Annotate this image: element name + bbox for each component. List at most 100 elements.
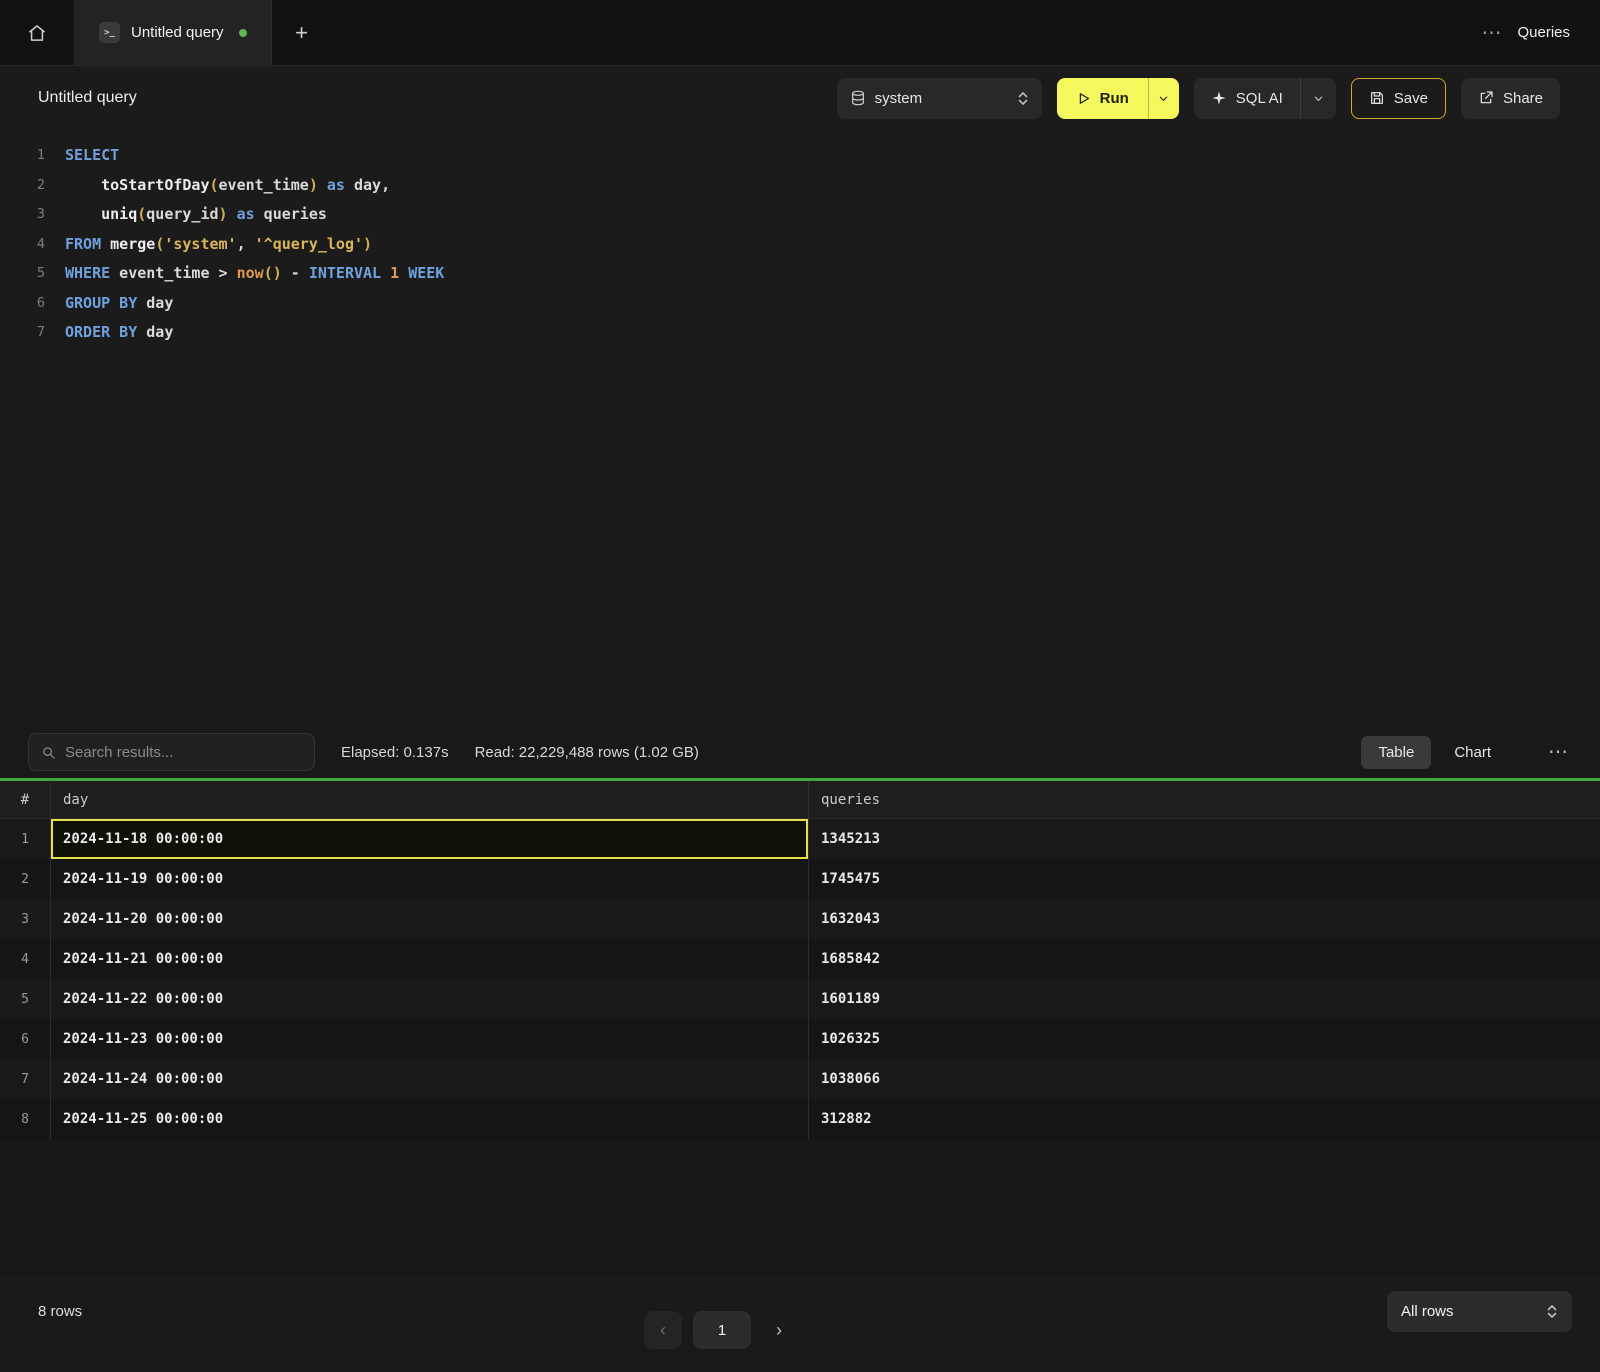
column-header-index: # <box>0 781 50 818</box>
queries-link[interactable]: Queries <box>1517 24 1570 41</box>
current-page-button[interactable]: 1 <box>693 1311 751 1349</box>
row-index: 5 <box>0 979 50 1019</box>
cell-queries[interactable]: 312882 <box>808 1099 1600 1139</box>
cell-queries[interactable]: 1601189 <box>808 979 1600 1019</box>
row-index: 8 <box>0 1099 50 1139</box>
cell-queries[interactable]: 1038066 <box>808 1059 1600 1099</box>
table-row: 82024-11-25 00:00:00312882 <box>0 1099 1600 1139</box>
code-text: toStartOfDay(event_time) as day, <box>65 171 390 201</box>
table-row: 52024-11-22 00:00:001601189 <box>0 979 1600 1019</box>
row-index: 7 <box>0 1059 50 1099</box>
previous-page-button[interactable]: ‹ <box>644 1311 682 1349</box>
sparkle-icon <box>1211 90 1227 106</box>
cell-day[interactable]: 2024-11-22 00:00:00 <box>50 979 808 1019</box>
code-text: SELECT <box>65 141 119 171</box>
database-selector[interactable]: system <box>837 78 1042 119</box>
share-button[interactable]: Share <box>1461 78 1560 119</box>
cell-day[interactable]: 2024-11-25 00:00:00 <box>50 1099 808 1139</box>
code-line: 2 toStartOfDay(event_time) as day, <box>0 171 1600 201</box>
sql-ai-button[interactable]: SQL AI <box>1194 78 1300 119</box>
next-page-button[interactable]: › <box>762 1311 796 1349</box>
table-row: 32024-11-20 00:00:001632043 <box>0 899 1600 939</box>
search-results-input[interactable] <box>65 744 302 761</box>
line-number: 6 <box>0 289 45 319</box>
line-number: 5 <box>0 259 45 289</box>
cell-queries[interactable]: 1685842 <box>808 939 1600 979</box>
column-header-day[interactable]: day <box>50 781 808 818</box>
code-line: 5WHERE event_time > now() - INTERVAL 1 W… <box>0 259 1600 289</box>
cell-day[interactable]: 2024-11-19 00:00:00 <box>50 859 808 899</box>
more-menu-icon[interactable]: ⋯ <box>1481 23 1501 43</box>
column-header-queries[interactable]: queries <box>808 781 1600 818</box>
cell-queries[interactable]: 1026325 <box>808 1019 1600 1059</box>
row-index: 4 <box>0 939 50 979</box>
line-number: 2 <box>0 171 45 201</box>
query-title: Untitled query <box>38 89 137 107</box>
page-size-selector[interactable]: All rows <box>1387 1291 1572 1332</box>
cell-queries[interactable]: 1345213 <box>808 819 1600 859</box>
elapsed-stat: Elapsed: 0.137s <box>341 744 449 761</box>
query-toolbar: Untitled query system Run <box>0 66 1600 130</box>
row-index: 3 <box>0 899 50 939</box>
row-index: 6 <box>0 1019 50 1059</box>
row-count-label: 8 rows <box>38 1303 82 1320</box>
sql-console-app: >_ Untitled query + ⋯ Queries Untitled q… <box>0 0 1600 1372</box>
code-line: 6 GROUP BY day <box>0 289 1600 319</box>
run-button-group: Run <box>1057 78 1179 119</box>
line-number: 1 <box>0 141 45 171</box>
share-icon <box>1478 90 1494 106</box>
terminal-icon: >_ <box>99 22 120 43</box>
database-icon <box>850 90 866 106</box>
code-text: GROUP BY day <box>65 289 173 319</box>
tab-untitled-query[interactable]: >_ Untitled query <box>75 0 272 65</box>
tab-bar-right: ⋯ Queries <box>1481 0 1600 65</box>
run-button[interactable]: Run <box>1057 78 1148 119</box>
save-button[interactable]: Save <box>1351 78 1446 119</box>
sql-ai-button-group: SQL AI <box>1194 78 1336 119</box>
line-number: 7 <box>0 318 45 348</box>
results-table-body: 12024-11-18 00:00:00134521322024-11-19 0… <box>0 819 1600 1139</box>
code-lines: 1SELECT2 toStartOfDay(event_time) as day… <box>0 141 1600 348</box>
code-text: uniq(query_id) as queries <box>65 200 327 230</box>
database-selector-value: system <box>875 90 923 107</box>
results-more-menu-icon[interactable]: ⋯ <box>1534 742 1578 762</box>
sql-editor[interactable]: 1SELECT2 toStartOfDay(event_time) as day… <box>0 130 1600 726</box>
table-row: 12024-11-18 00:00:001345213 <box>0 819 1600 859</box>
search-icon <box>41 745 56 760</box>
results-table-header: # day queries <box>0 781 1600 819</box>
save-button-label: Save <box>1394 90 1428 107</box>
chevron-down-icon <box>1313 93 1324 104</box>
home-button[interactable] <box>0 0 75 65</box>
table-row: 22024-11-19 00:00:001745475 <box>0 859 1600 899</box>
share-button-label: Share <box>1503 90 1543 107</box>
chart-view-button[interactable]: Chart <box>1437 736 1508 769</box>
run-options-button[interactable] <box>1148 78 1179 119</box>
table-view-button[interactable]: Table <box>1361 736 1431 769</box>
home-icon <box>27 23 47 43</box>
new-tab-button[interactable]: + <box>272 0 332 65</box>
cell-queries[interactable]: 1632043 <box>808 899 1600 939</box>
save-icon <box>1369 90 1385 106</box>
code-text: FROM merge('system', '^query_log') <box>65 230 372 260</box>
line-number: 4 <box>0 230 45 260</box>
chevron-down-icon <box>1158 93 1169 104</box>
cell-day[interactable]: 2024-11-18 00:00:00 <box>50 819 808 859</box>
table-row: 62024-11-23 00:00:001026325 <box>0 1019 1600 1059</box>
cell-day[interactable]: 2024-11-21 00:00:00 <box>50 939 808 979</box>
cell-day[interactable]: 2024-11-24 00:00:00 <box>50 1059 808 1099</box>
cell-day[interactable]: 2024-11-20 00:00:00 <box>50 899 808 939</box>
unsaved-indicator-dot <box>239 29 247 37</box>
results-toolbar: Elapsed: 0.137s Read: 22,229,488 rows (1… <box>0 726 1600 778</box>
updown-chevrons-icon <box>1017 90 1029 107</box>
read-stat: Read: 22,229,488 rows (1.02 GB) <box>475 744 699 761</box>
cell-day[interactable]: 2024-11-23 00:00:00 <box>50 1019 808 1059</box>
cell-queries[interactable]: 1745475 <box>808 859 1600 899</box>
sql-ai-options-button[interactable] <box>1300 78 1336 119</box>
run-button-label: Run <box>1100 90 1129 107</box>
results-table: # day queries 12024-11-18 00:00:00134521… <box>0 781 1600 1276</box>
code-line: 1 SELECT <box>0 141 1600 171</box>
view-toggle: Table Chart <box>1361 736 1508 769</box>
table-row: 42024-11-21 00:00:001685842 <box>0 939 1600 979</box>
updown-chevrons-icon <box>1546 1303 1558 1320</box>
sql-ai-label: SQL AI <box>1236 90 1283 107</box>
